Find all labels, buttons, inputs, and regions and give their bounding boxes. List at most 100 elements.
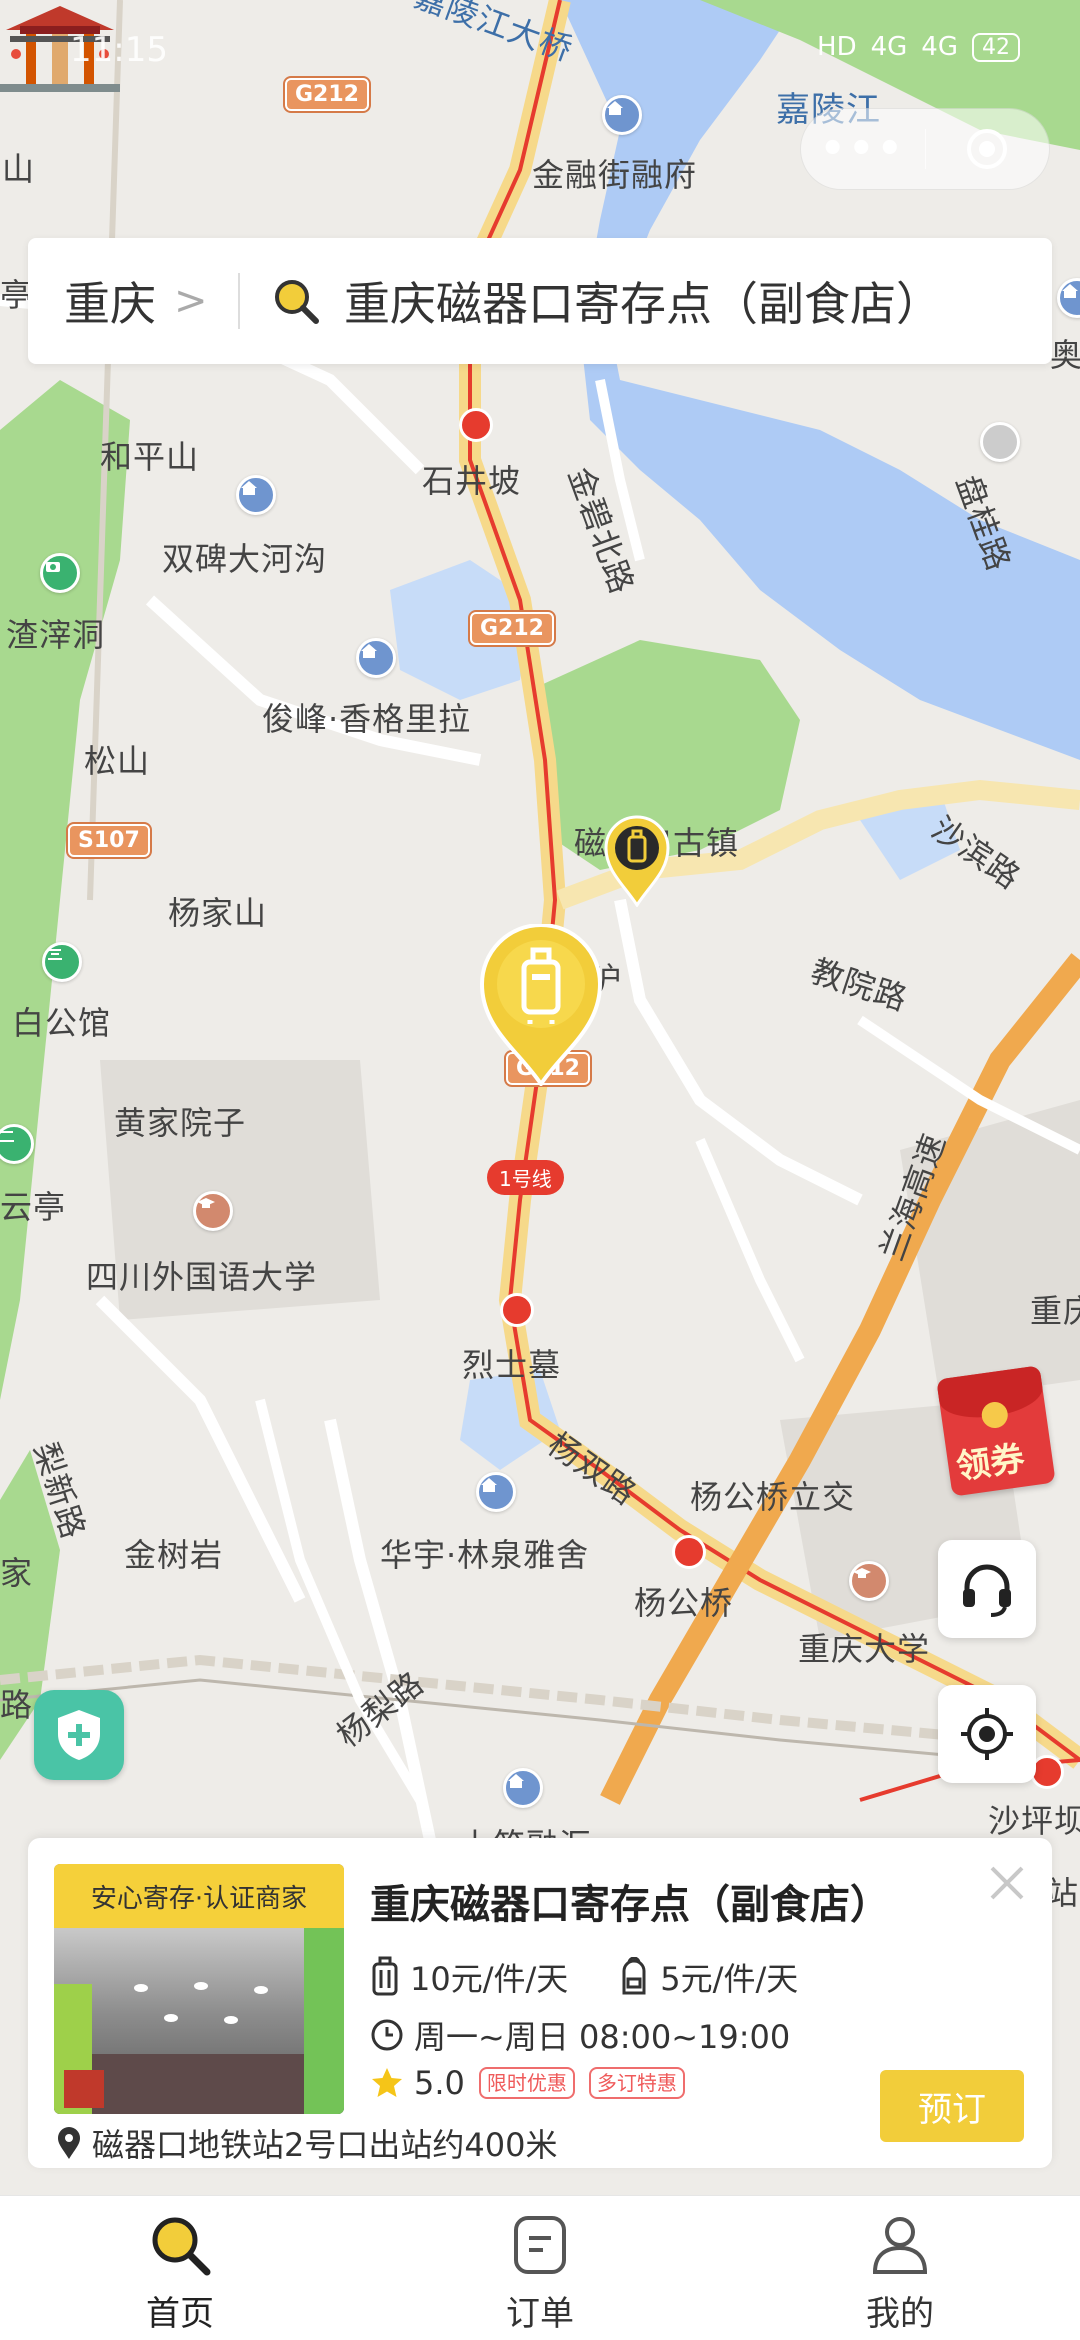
store-name: 重庆磁器口寄存点（副食店） <box>370 1882 890 1928</box>
backpack-price: 5元/件/天 <box>660 1960 799 1998</box>
bottom-tab-bar: 首页 订单 我的 <box>0 2195 1080 2340</box>
signal-icon: 4G <box>870 32 908 62</box>
distance-text: 磁器口地铁站2号口出站约400米 <box>92 2126 558 2164</box>
map-label: 重庆大学 <box>798 1630 931 1668</box>
map-label: 金树岩 <box>124 1536 224 1574</box>
user-icon <box>872 2217 928 2274</box>
locate-me-button[interactable] <box>938 1685 1036 1783</box>
map-label: 石井坡 <box>422 462 522 500</box>
map-label: 沙坪坝 <box>988 1802 1080 1840</box>
search-icon <box>152 2217 211 2276</box>
signal-icon: 4G <box>921 32 958 62</box>
tab-label: 订单 <box>506 2294 574 2334</box>
crosshair-icon <box>961 1708 1013 1760</box>
map-label: 路 <box>0 1686 34 1724</box>
close-icon[interactable] <box>984 1860 1030 1906</box>
tab-label: 我的 <box>866 2294 934 2334</box>
store-photo[interactable]: 安心寄存·认证商家 <box>54 1864 344 2114</box>
map-label: 松山 <box>84 742 151 780</box>
road-badge-s107: S107 <box>68 824 150 857</box>
close-miniprogram-button[interactable] <box>926 126 1050 172</box>
hours-row: 周一~周日 08:00~19:00 <box>370 2012 790 2058</box>
tab-profile[interactable]: 我的 <box>720 2196 1080 2340</box>
map-label: 杨公桥立交 <box>690 1478 856 1516</box>
scenic-spot-icon[interactable] <box>40 553 80 593</box>
certified-merchant-badge: 安心寄存·认证商家 <box>54 1864 344 1928</box>
location-pin-icon <box>58 2127 80 2159</box>
residence-icon[interactable] <box>503 1768 543 1808</box>
target-circle-icon <box>967 129 1008 169</box>
rating-value: 5.0 <box>414 2064 465 2102</box>
road-badge-g212: G212 <box>470 612 554 645</box>
rating-row: 5.0 限时优惠 多订特惠 <box>370 2064 685 2102</box>
map-label: 烈士墓 <box>462 1346 562 1384</box>
map-label: 四川外国语大学 <box>86 1258 318 1296</box>
metro-station-icon[interactable] <box>500 1293 534 1327</box>
shield-plus-icon <box>58 1710 100 1760</box>
scenic-spot-icon[interactable] <box>42 942 82 982</box>
residence-icon[interactable] <box>476 1472 516 1512</box>
network-type: HD <box>817 32 857 62</box>
map-label: 云亭 <box>0 1188 67 1226</box>
search-icon <box>275 280 319 324</box>
metro-station-icon[interactable] <box>459 408 493 442</box>
promo-tag: 多订特惠 <box>588 2067 685 2099</box>
miniprogram-capsule: ••• <box>800 108 1050 190</box>
university-icon[interactable] <box>193 1191 233 1231</box>
order-icon <box>514 2216 566 2274</box>
landmark-icon[interactable] <box>980 422 1020 462</box>
promo-tag: 限时优惠 <box>478 2067 575 2099</box>
coupon-label: 领券 <box>953 1438 1027 1488</box>
suitcase-icon <box>372 1956 398 1996</box>
map-label: 双碑大河沟 <box>162 540 328 578</box>
city-label: 重庆 <box>64 277 156 331</box>
metro-line-badge: 1号线 <box>487 1160 564 1195</box>
clock-icon <box>371 2019 403 2051</box>
more-dots-icon[interactable]: ••• <box>801 126 925 172</box>
status-bar: 11:15 HD 4G 4G 42 <box>0 0 1080 100</box>
map-label: 奥 <box>1050 336 1080 374</box>
map-label: 山 <box>2 150 36 188</box>
city-selector[interactable]: 重庆 > <box>28 268 238 334</box>
map-label: 杨家山 <box>168 894 268 932</box>
tab-home[interactable]: 首页 <box>0 2196 360 2340</box>
book-button[interactable]: 预订 <box>880 2070 1024 2142</box>
residence-icon[interactable] <box>356 638 396 678</box>
map-label: 金融街融府 <box>532 156 698 194</box>
distance-row: 磁器口地铁站2号口出站约400米 <box>56 2120 557 2166</box>
map-label: 和平山 <box>100 438 200 476</box>
storage-location-marker[interactable] <box>604 815 670 907</box>
red-envelope-icon: 领券 <box>936 1365 1056 1497</box>
search-bar: 重庆 > 重庆磁器口寄存点（副食店） <box>28 238 1052 364</box>
residence-icon[interactable] <box>602 95 642 135</box>
battery-icon: 42 <box>972 32 1020 62</box>
residence-icon[interactable] <box>236 475 276 515</box>
safety-shield-button[interactable] <box>34 1690 124 1780</box>
map-label: 白公馆 <box>12 1004 112 1042</box>
status-icons: HD 4G 4G 42 <box>817 32 1020 62</box>
metro-station-icon[interactable] <box>672 1535 706 1569</box>
search-query: 重庆磁器口寄存点（副食店） <box>344 277 942 331</box>
customer-service-button[interactable] <box>938 1540 1036 1638</box>
map-label: 黄家院子 <box>114 1104 247 1142</box>
opening-hours: 周一~周日 08:00~19:00 <box>414 2018 791 2056</box>
store-card[interactable]: 安心寄存·认证商家 重庆磁器口寄存点（副食店） 10元/件/天 5元/件/天 周 <box>28 1838 1052 2168</box>
status-time: 11:15 <box>70 30 168 70</box>
map-label: 俊峰·香格里拉 <box>262 700 472 738</box>
tab-orders[interactable]: 订单 <box>360 2196 720 2340</box>
chevron-right-icon: > <box>174 278 208 324</box>
map-label: 家 <box>0 1554 34 1592</box>
map-label: 华宇·林泉雅舍 <box>380 1536 590 1574</box>
headset-icon <box>963 1564 1011 1617</box>
price-row: 10元/件/天 5元/件/天 <box>370 1954 798 2000</box>
star-icon <box>372 2068 402 2097</box>
coupon-button[interactable]: 领券 <box>936 1365 1056 1497</box>
backpack-icon <box>622 1957 646 1995</box>
tab-label: 首页 <box>146 2294 214 2334</box>
university-icon[interactable] <box>849 1561 889 1601</box>
map-label: 渣滓洞 <box>6 616 106 654</box>
suitcase-price: 10元/件/天 <box>410 1960 569 1998</box>
map-label: 杨公桥 <box>634 1584 734 1622</box>
search-input[interactable]: 重庆磁器口寄存点（副食店） <box>240 268 942 334</box>
selected-storage-marker[interactable] <box>478 924 604 1086</box>
